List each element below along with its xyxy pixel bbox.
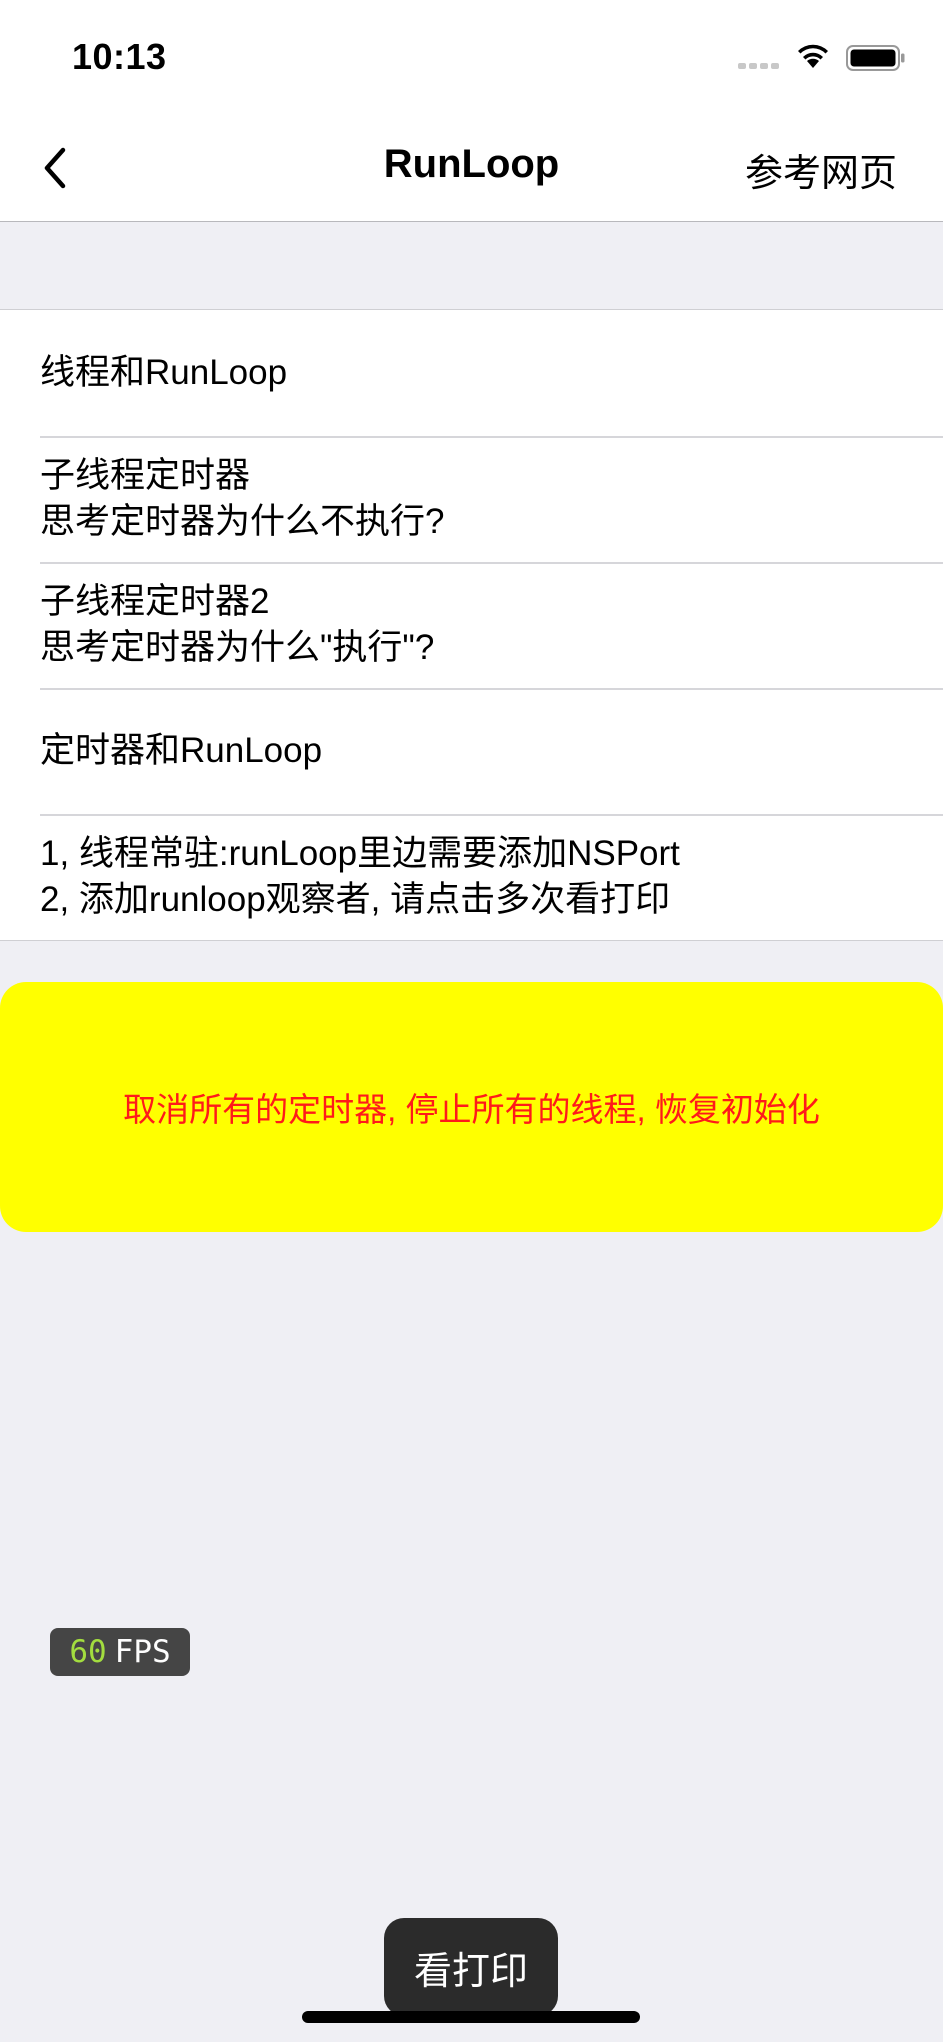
status-bar: 10:13 <box>0 0 943 112</box>
view-print-button[interactable]: 看打印 <box>384 1918 558 2016</box>
list-item-subthread-timer[interactable]: 子线程定时器 思考定时器为什么不执行? <box>0 436 943 562</box>
list-item-sublabel: 2, 添加runloop观察者, 请点击多次看打印 <box>40 880 671 919</box>
home-indicator <box>302 2011 640 2023</box>
list-item-subthread-timer-2[interactable]: 子线程定时器2 思考定时器为什么"执行"? <box>0 562 943 688</box>
reset-all-button[interactable]: 取消所有的定时器, 停止所有的线程, 恢复初始化 <box>0 982 943 1232</box>
wifi-icon <box>796 40 830 70</box>
list-item-thread-runloop[interactable]: 线程和RunLoop <box>0 310 943 436</box>
list-item-sublabel: 思考定时器为什么"执行"? <box>40 628 435 667</box>
fps-value: 60 <box>69 1634 107 1670</box>
list-item-sublabel: 思考定时器为什么不执行? <box>40 502 445 541</box>
list-item-timer-runloop[interactable]: 定时器和RunLoop <box>0 688 943 814</box>
list-item-label: 线程和RunLoop <box>40 353 288 392</box>
fps-unit: FPS <box>114 1634 171 1670</box>
battery-icon <box>846 45 906 71</box>
app-screen: 10:13 RunLoop 参考网页 线程和RunLoop 子线程定时器 思考定… <box>0 0 943 2042</box>
list-item-label: 定时器和RunLoop <box>40 731 323 770</box>
list-item-label: 子线程定时器 <box>40 456 251 495</box>
reset-all-label: 取消所有的定时器, 停止所有的线程, 恢复初始化 <box>123 1091 820 1128</box>
signal-icon <box>738 63 790 71</box>
navigation-bar: RunLoop 参考网页 <box>0 112 943 222</box>
list-item-label: 子线程定时器2 <box>40 582 270 621</box>
reference-webpage-button[interactable]: 参考网页 <box>745 142 897 197</box>
status-time: 10:13 <box>72 36 167 77</box>
list-item-label: 1, 线程常驻:runLoop里边需要添加NSPort <box>40 834 680 873</box>
fps-badge: 60 FPS <box>50 1628 190 1676</box>
menu-list: 线程和RunLoop 子线程定时器 思考定时器为什么不执行? 子线程定时器2 思… <box>0 309 943 941</box>
list-item-resident-thread[interactable]: 1, 线程常驻:runLoop里边需要添加NSPort 2, 添加runloop… <box>0 814 943 940</box>
view-print-label: 看打印 <box>413 1950 528 1993</box>
